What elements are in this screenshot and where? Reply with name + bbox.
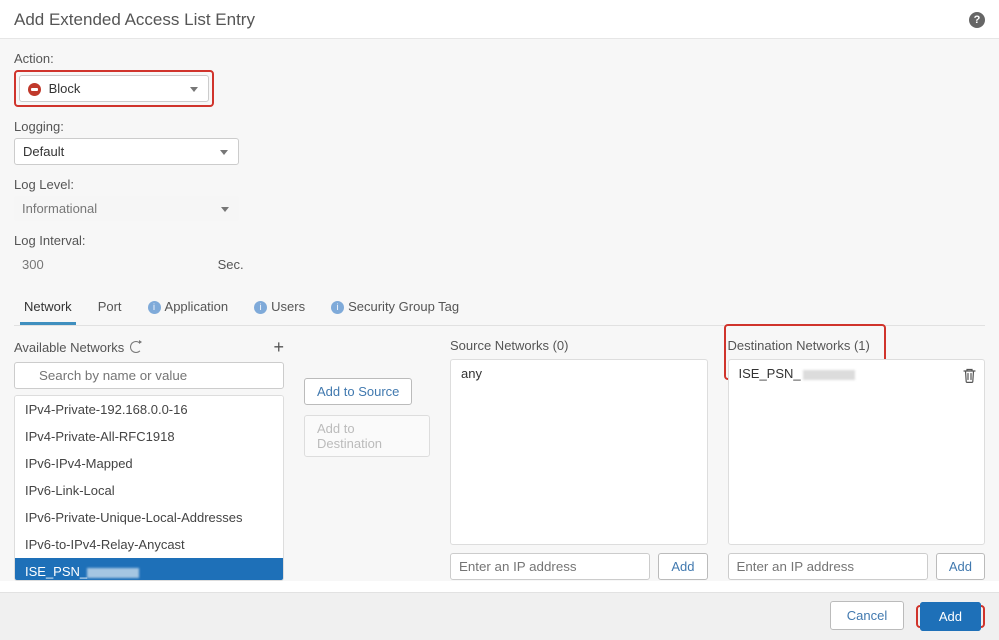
source-title: Source Networks (0): [450, 338, 708, 353]
add-highlight: Add: [916, 605, 985, 628]
action-select[interactable]: Block: [19, 75, 209, 102]
log-interval-unit: Sec.: [218, 257, 244, 272]
list-item[interactable]: ISE_PSN_: [15, 558, 283, 581]
logging-label: Logging:: [14, 119, 985, 134]
info-icon: i: [254, 301, 267, 314]
log-level-label: Log Level:: [14, 177, 985, 192]
cancel-button[interactable]: Cancel: [830, 601, 904, 630]
destination-item[interactable]: ISE_PSN_: [739, 366, 975, 381]
log-level-value: Informational: [22, 201, 97, 216]
list-item[interactable]: IPv6-Link-Local: [15, 477, 283, 504]
tab-application[interactable]: iApplication: [144, 289, 233, 325]
add-to-destination-button: Add to Destination: [304, 415, 430, 457]
tabs: Network Port iApplication iUsers iSecuri…: [14, 289, 985, 326]
info-icon: i: [148, 301, 161, 314]
destination-networks-panel: ISE_PSN_: [728, 359, 986, 545]
redacted-text: [803, 370, 855, 380]
info-icon: i: [331, 301, 344, 314]
help-icon[interactable]: ?: [969, 12, 985, 28]
add-to-source-button[interactable]: Add to Source: [304, 378, 412, 405]
list-item[interactable]: IPv6-Private-Unique-Local-Addresses: [15, 504, 283, 531]
destination-ip-input[interactable]: [728, 553, 928, 580]
source-content: any: [461, 366, 697, 381]
list-item[interactable]: IPv6-IPv4-Mapped: [15, 450, 283, 477]
list-item[interactable]: IPv4-Private-All-RFC1918: [15, 423, 283, 450]
action-highlight: Block: [14, 70, 214, 107]
action-value: Block: [49, 81, 81, 96]
list-item[interactable]: IPv6-to-IPv4-Relay-Anycast: [15, 531, 283, 558]
logging-select[interactable]: Default: [14, 138, 239, 165]
add-button[interactable]: Add: [920, 602, 981, 631]
chevron-down-icon: [221, 207, 229, 212]
logging-value: Default: [23, 144, 64, 159]
tab-network[interactable]: Network: [20, 289, 76, 325]
log-interval-value: 300: [14, 252, 214, 277]
redacted-text: [87, 568, 139, 578]
log-level-select: Informational: [14, 196, 239, 221]
available-title: Available Networks +: [14, 338, 284, 356]
available-networks-list[interactable]: IPv4-Private-192.168.0.0-16 IPv4-Private…: [14, 395, 284, 581]
chevron-down-icon: [220, 150, 228, 155]
source-networks-panel: any: [450, 359, 708, 545]
block-icon: [28, 83, 41, 96]
source-add-button[interactable]: Add: [658, 553, 707, 580]
tab-port[interactable]: Port: [94, 289, 126, 325]
log-interval-label: Log Interval:: [14, 233, 985, 248]
tab-users[interactable]: iUsers: [250, 289, 309, 325]
add-network-icon[interactable]: +: [273, 338, 284, 356]
list-item[interactable]: IPv4-Private-192.168.0.0-16: [15, 396, 283, 423]
destination-title: Destination Networks (1): [728, 338, 986, 353]
action-label: Action:: [14, 51, 985, 66]
chevron-down-icon: [190, 87, 198, 92]
dialog-title: Add Extended Access List Entry: [0, 0, 999, 39]
refresh-icon[interactable]: [130, 341, 142, 353]
delete-icon[interactable]: [963, 368, 976, 386]
source-ip-input[interactable]: [450, 553, 650, 580]
search-input[interactable]: [14, 362, 284, 389]
tab-sgt[interactable]: iSecurity Group Tag: [327, 289, 463, 325]
destination-add-button[interactable]: Add: [936, 553, 985, 580]
